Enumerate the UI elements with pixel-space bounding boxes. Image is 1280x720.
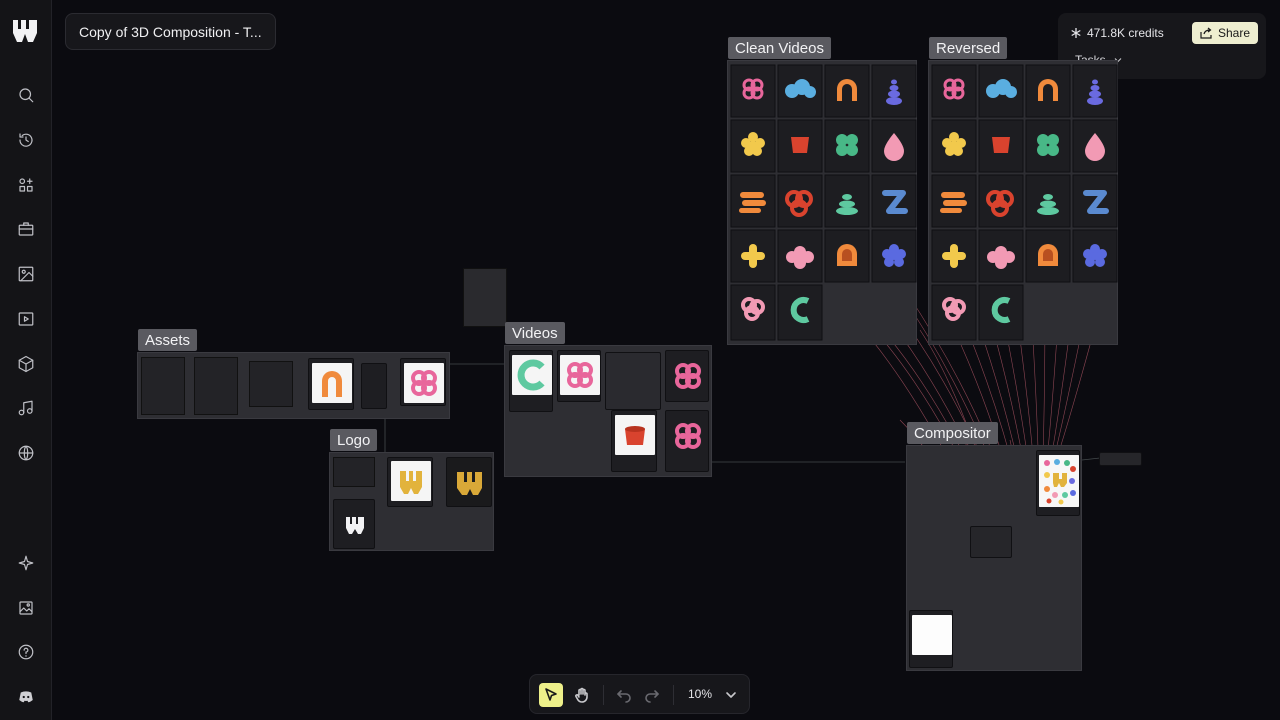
logo-node-gold[interactable] xyxy=(387,457,433,507)
video-node[interactable] xyxy=(557,350,601,402)
sidebar-item-history[interactable] xyxy=(14,128,38,152)
group-label-videos[interactable]: Videos xyxy=(505,322,565,344)
credits-label: 471.8K credits xyxy=(1087,26,1164,40)
sidebar-item-3d[interactable] xyxy=(14,352,38,376)
asterisk-icon xyxy=(1071,28,1081,38)
zoom-level[interactable]: 10% xyxy=(688,687,712,701)
asset-node-arch[interactable] xyxy=(308,358,354,410)
sidebar-item-video[interactable] xyxy=(14,307,38,331)
apps-icon xyxy=(19,178,33,192)
processing-node[interactable] xyxy=(605,352,661,410)
cube-icon xyxy=(18,355,34,373)
cursor-icon xyxy=(545,688,557,701)
sidebar-item-help[interactable] xyxy=(14,640,38,664)
gold-logo-dark xyxy=(457,472,482,495)
clean-videos-grid xyxy=(730,64,917,341)
image-icon xyxy=(18,266,34,282)
ring-thumbnail xyxy=(512,355,552,395)
group-label-compositor[interactable]: Compositor xyxy=(907,422,998,444)
group-label-assets[interactable]: Assets xyxy=(138,329,198,351)
sidebar-item-audio[interactable] xyxy=(14,396,38,420)
zoom-dropdown-button[interactable] xyxy=(719,683,743,707)
cup-thumbnail xyxy=(615,415,655,455)
redo-icon xyxy=(645,690,659,703)
group-compositor[interactable] xyxy=(906,445,1082,671)
logo-node-source[interactable] xyxy=(333,499,375,549)
sidebar-item-image[interactable] xyxy=(14,262,38,286)
hand-icon xyxy=(575,687,588,703)
bottom-toolbar: 10% xyxy=(529,674,750,714)
sidebar-item-discord[interactable] xyxy=(14,685,38,709)
composite-thumbnail xyxy=(1039,455,1079,507)
composite-output-node[interactable] xyxy=(1036,450,1080,516)
text-node[interactable] xyxy=(194,357,238,415)
music-icon xyxy=(18,400,33,416)
logo-node-gold-dark[interactable] xyxy=(446,457,492,507)
knot-dark xyxy=(675,423,701,449)
gallery-icon xyxy=(19,601,33,615)
video-node[interactable] xyxy=(665,410,709,472)
undo-icon xyxy=(617,690,631,703)
share-icon xyxy=(1200,27,1212,39)
hand-tool-button[interactable] xyxy=(570,683,594,707)
video-icon xyxy=(18,312,34,326)
sidebar-item-apps[interactable] xyxy=(14,173,38,197)
gold-logo-thumbnail xyxy=(391,461,431,501)
share-button[interactable]: Share xyxy=(1192,22,1258,44)
knot-dark xyxy=(675,363,701,389)
sidebar-item-gallery[interactable] xyxy=(14,596,38,620)
reversed-grid xyxy=(931,64,1118,341)
group-label-reversed[interactable]: Reversed xyxy=(929,37,1008,59)
sidebar-item-ai[interactable] xyxy=(14,551,38,575)
credits-indicator[interactable]: 471.8K credits xyxy=(1070,23,1164,43)
sidebar-item-search[interactable] xyxy=(14,83,38,107)
project-title[interactable]: Copy of 3D Composition - T... xyxy=(65,13,276,50)
history-icon xyxy=(19,133,33,147)
knot-thumbnail xyxy=(404,363,444,403)
video-node[interactable] xyxy=(611,410,657,472)
group-label-logo[interactable]: Logo xyxy=(330,429,378,451)
sidebar xyxy=(0,0,52,720)
share-label: Share xyxy=(1217,26,1251,40)
arch-thumbnail xyxy=(312,363,352,403)
output-node[interactable] xyxy=(1099,452,1142,466)
undo-button[interactable] xyxy=(612,683,636,707)
help-icon xyxy=(18,644,34,660)
sidebar-item-toolbox[interactable] xyxy=(14,217,38,241)
briefcase-icon xyxy=(18,222,34,236)
discord-icon xyxy=(19,691,33,703)
video-node[interactable] xyxy=(665,350,709,402)
text-node[interactable] xyxy=(333,457,375,487)
select-tool-button[interactable] xyxy=(539,683,563,707)
app-root: Copy of 3D Composition - T... 471.8K cre… xyxy=(0,0,1280,720)
empty-node[interactable] xyxy=(361,363,387,409)
blank-canvas-thumbnail xyxy=(912,615,952,655)
search-icon xyxy=(19,88,34,103)
group-label-clean-videos[interactable]: Clean Videos xyxy=(728,37,831,59)
globe-icon xyxy=(18,445,34,461)
knot-thumbnail xyxy=(560,355,600,395)
asset-node-knot[interactable] xyxy=(400,358,446,406)
chevron-down-icon xyxy=(726,692,736,698)
video-node[interactable] xyxy=(509,350,553,412)
redo-button[interactable] xyxy=(640,683,664,707)
group-logo[interactable] xyxy=(329,452,494,551)
group-assets[interactable] xyxy=(137,352,450,419)
group-videos[interactable] xyxy=(504,345,712,477)
group-reversed[interactable] xyxy=(928,60,1118,345)
toolbar-separator xyxy=(603,685,604,705)
sidebar-item-web[interactable] xyxy=(14,441,38,465)
settings-node[interactable] xyxy=(970,526,1012,558)
toolbar-separator xyxy=(673,685,674,705)
logo-glyph xyxy=(346,517,364,534)
text-node[interactable] xyxy=(249,361,293,407)
group-clean-videos[interactable] xyxy=(727,60,917,345)
sparkle-icon xyxy=(18,555,34,571)
weavy-logo[interactable] xyxy=(13,20,37,42)
prompt-node[interactable] xyxy=(463,268,507,327)
text-node[interactable] xyxy=(141,357,185,415)
canvas-node[interactable] xyxy=(909,610,953,668)
